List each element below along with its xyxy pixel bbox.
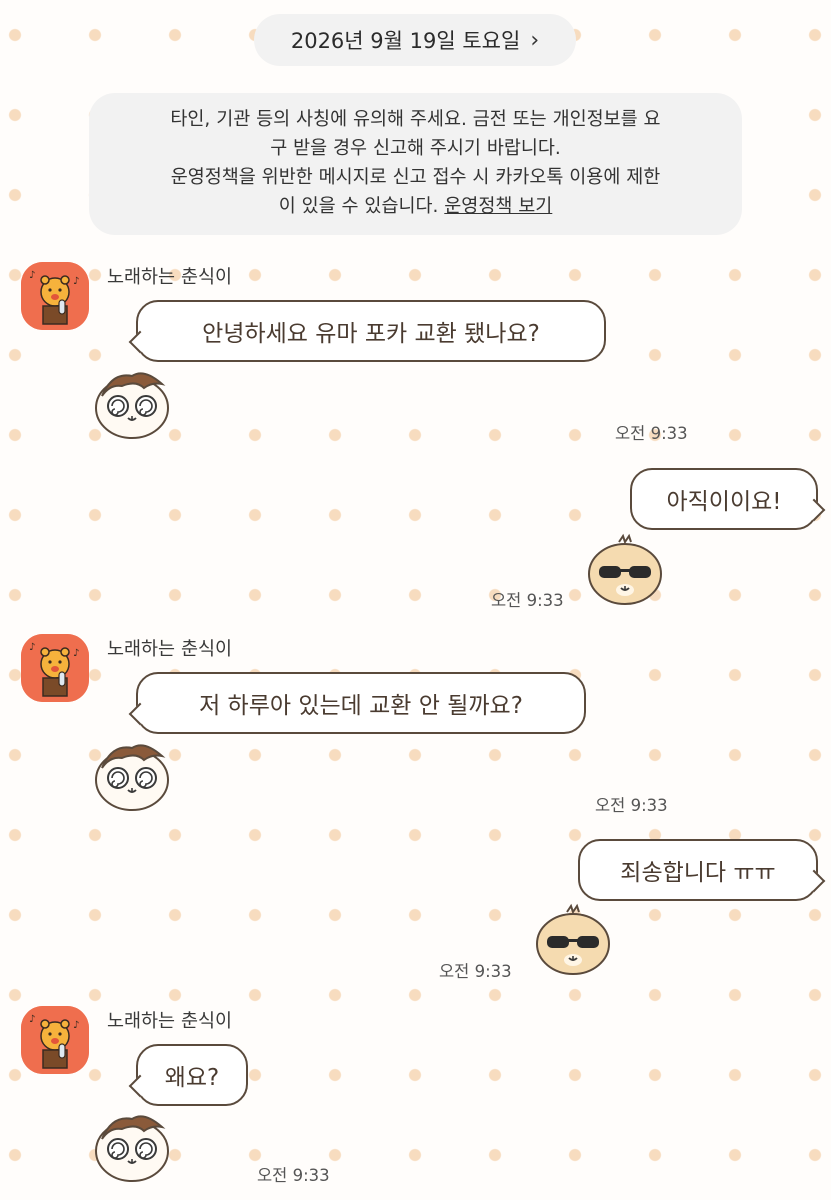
hamster-sunglasses-icon (585, 530, 665, 610)
sender-name: 노래하는 춘식이 (107, 1011, 233, 1032)
hamster-swirl-eyes-icon (92, 734, 172, 814)
chevron-right-icon: › (530, 27, 540, 53)
bear-avatar-icon (21, 634, 89, 702)
message-time: 오전 9:33 (439, 962, 512, 981)
sender-avatar[interactable] (21, 1006, 89, 1074)
sender-avatar[interactable] (21, 262, 89, 330)
message-bubble[interactable]: 저 하루아 있는데 교환 안 될까요? (136, 672, 586, 734)
sender-avatar[interactable] (21, 634, 89, 702)
notice-line: 타인, 기관 등의 사칭에 유의해 주세요. 금전 또는 개인정보를 요 (170, 109, 661, 130)
message-time: 오전 9:33 (257, 1166, 330, 1185)
message-bubble[interactable]: 왜요? (136, 1044, 248, 1106)
message-bubble[interactable]: 아직이이요! (630, 468, 818, 530)
policy-link[interactable]: 운영정책 보기 (444, 196, 552, 217)
notice-line: 이 있을 수 있습니다. 운영정책 보기 (109, 192, 722, 221)
message-bubble[interactable]: 죄송합니다 ㅠㅠ (578, 839, 818, 901)
notice-line: 구 받을 경우 신고해 주시기 바랍니다. (270, 138, 561, 159)
notice-line: 운영정책을 위반한 메시지로 신고 접수 시 카카오톡 이용에 제한 (170, 167, 661, 188)
message-time: 오전 9:33 (615, 424, 688, 443)
bear-avatar-icon (21, 1006, 89, 1074)
message-time: 오전 9:33 (491, 591, 564, 610)
notice-line-text: 이 있을 수 있습니다. (278, 196, 445, 217)
hamster-sunglasses-icon (533, 900, 613, 980)
date-label: 2026년 9월 19일 토요일 (290, 29, 521, 53)
safety-notice: 타인, 기관 등의 사칭에 유의해 주세요. 금전 또는 개인정보를 요 구 받… (89, 93, 742, 235)
bear-avatar-icon (21, 262, 89, 330)
message-bubble[interactable]: 안녕하세요 유마 포카 교환 됐나요? (136, 300, 606, 362)
hamster-swirl-eyes-icon (92, 362, 172, 442)
hamster-swirl-eyes-icon (92, 1105, 172, 1185)
date-header[interactable]: 2026년 9월 19일 토요일 › (254, 14, 576, 66)
message-time: 오전 9:33 (595, 796, 668, 815)
sender-name: 노래하는 춘식이 (107, 267, 233, 288)
sender-name: 노래하는 춘식이 (107, 639, 233, 660)
